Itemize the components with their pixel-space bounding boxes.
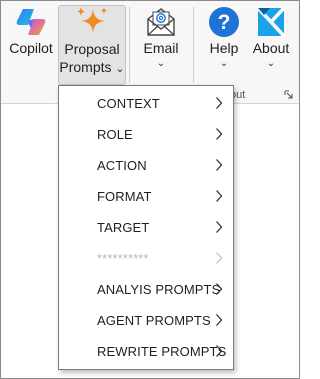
help-button[interactable]: ? Help ⌄: [202, 5, 246, 69]
menu-item-label: AGENT PROMPTS: [97, 313, 211, 328]
envelope-at-icon: [147, 8, 175, 36]
menu-item-role[interactable]: ROLE: [59, 119, 233, 150]
menu-item-label: CONTEXT: [97, 96, 160, 111]
chevron-right-icon: [216, 314, 223, 326]
chevron-down-icon: ⌄: [219, 58, 229, 69]
menu-item-action[interactable]: ACTION: [59, 150, 233, 181]
menu-item-label: TARGET: [97, 220, 150, 235]
menu-item-label: ACTION: [97, 158, 147, 173]
ribbon-separator: [129, 7, 130, 83]
sparkle-icon: [77, 7, 108, 33]
menu-item-context[interactable]: CONTEXT: [59, 88, 233, 119]
about-button[interactable]: About ⌄: [248, 5, 294, 69]
chevron-down-icon: ⌄: [156, 58, 166, 69]
about-logo-icon: [256, 6, 286, 38]
menu-item-rewrite-prompts[interactable]: REWRITE PROMPTS: [59, 336, 233, 367]
copilot-button[interactable]: Copilot: [7, 5, 55, 57]
chevron-right-icon: [216, 190, 223, 202]
menu-item-analyis-prompts[interactable]: ANALYIS PROMPTS: [59, 274, 233, 305]
proposal-label-line1: Proposal: [64, 41, 120, 57]
chevron-right-icon: [216, 97, 223, 109]
proposal-prompts-button[interactable]: Proposal Prompts ⌄: [58, 5, 126, 85]
menu-item-label: REWRITE PROMPTS: [97, 344, 227, 359]
chevron-right-icon: [216, 252, 223, 264]
question-circle-icon: ?: [209, 7, 239, 37]
chevron-right-icon: [216, 345, 223, 357]
menu-item-target[interactable]: TARGET: [59, 212, 233, 243]
copilot-logo-icon: [16, 9, 46, 35]
ribbon-separator: [193, 7, 194, 83]
menu-item-separator-disabled: **********: [59, 243, 233, 274]
chevron-down-icon: ⌄: [266, 58, 276, 69]
menu-item-agent-prompts[interactable]: AGENT PROMPTS: [59, 305, 233, 336]
menu-item-label: ANALYIS PROMPTS: [97, 282, 221, 297]
copilot-label: Copilot: [9, 40, 53, 56]
menu-item-label: FORMAT: [97, 189, 152, 204]
proposal-prompts-menu: CONTEXT ROLE ACTION FORMAT TARGET ******…: [58, 85, 234, 370]
help-label: Help: [209, 40, 239, 56]
dialog-launcher-icon[interactable]: [284, 90, 293, 99]
chevron-right-icon: [216, 283, 223, 295]
email-button[interactable]: Email ⌄: [139, 5, 183, 69]
about-label: About: [252, 40, 290, 56]
proposal-label-line2: Prompts ⌄: [59, 59, 125, 75]
chevron-right-icon: [216, 159, 223, 171]
email-label: Email: [143, 40, 179, 56]
chevron-down-icon: ⌄: [115, 63, 125, 75]
svg-text:?: ?: [218, 11, 231, 34]
menu-item-label: **********: [97, 251, 149, 266]
menu-item-label: ROLE: [97, 127, 133, 142]
chevron-right-icon: [216, 128, 223, 140]
chevron-right-icon: [216, 221, 223, 233]
menu-item-format[interactable]: FORMAT: [59, 181, 233, 212]
